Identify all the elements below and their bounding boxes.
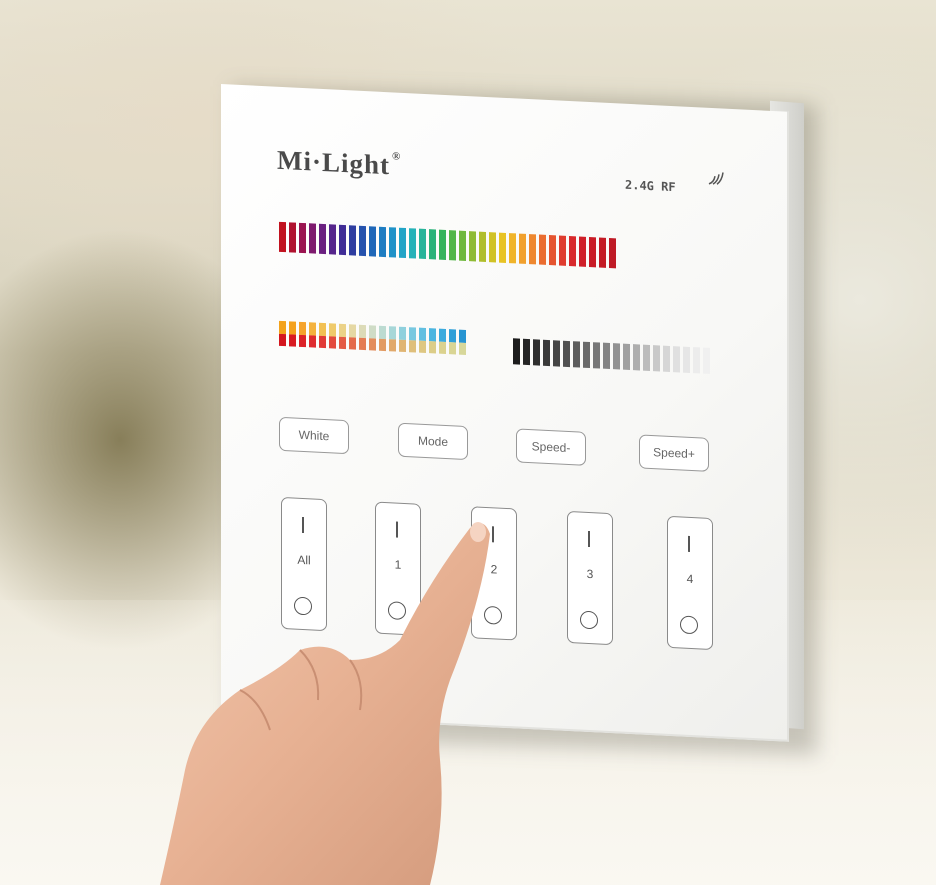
product-photo: Mi·Light ® 2.4G RF White Mode Speed- Spee… — [0, 0, 936, 885]
pointing-hand-icon — [160, 522, 490, 885]
